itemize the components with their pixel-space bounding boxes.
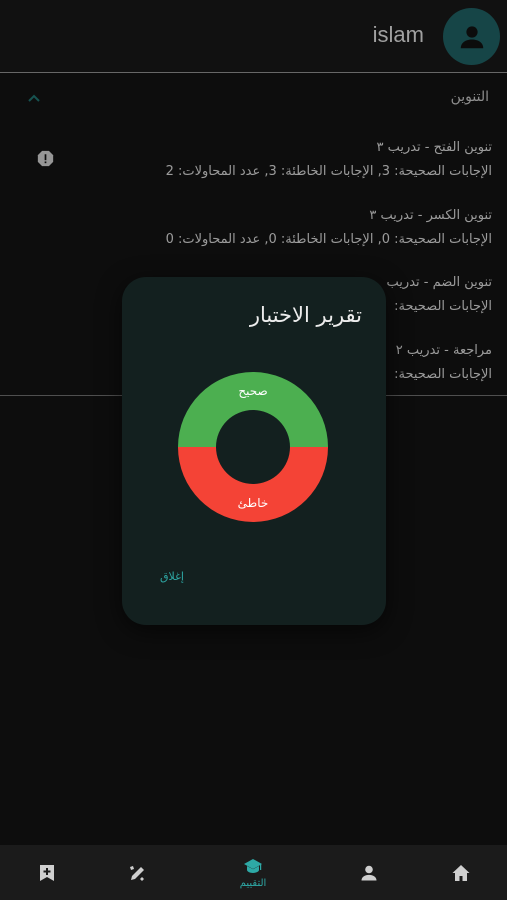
graduation-cap-icon xyxy=(244,859,262,873)
nav-item-practice[interactable] xyxy=(118,845,158,900)
results-donut-chart: صحيح خاطئ xyxy=(178,372,328,522)
nav-item-assessment[interactable]: التقييم xyxy=(223,845,283,900)
donut-slice-1 xyxy=(178,447,328,522)
person-icon xyxy=(361,865,377,880)
slice-label-0: صحيح xyxy=(238,384,267,398)
slice-label-1: خاطئ xyxy=(238,496,269,510)
add-bookmark-icon xyxy=(40,864,54,881)
bottom-navigation: التقييم xyxy=(0,845,507,900)
edit-icon xyxy=(130,865,144,881)
home-icon xyxy=(452,864,470,881)
nav-item-bookmark[interactable] xyxy=(27,845,67,900)
nav-item-profile[interactable] xyxy=(349,845,389,900)
dialog-title: تقرير الاختبار xyxy=(249,303,362,327)
close-button[interactable]: إغلاق xyxy=(160,570,184,583)
nav-label-assessment: التقييم xyxy=(239,878,267,889)
test-report-dialog: تقرير الاختبار صحيح خاطئ إغلاق xyxy=(122,277,386,625)
nav-item-home[interactable] xyxy=(441,845,481,900)
